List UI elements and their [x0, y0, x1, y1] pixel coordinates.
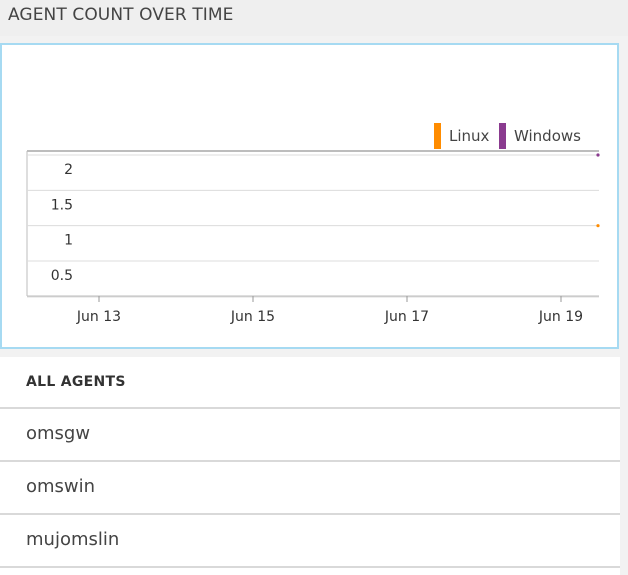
x-tick-label: Jun 15 [230, 309, 275, 325]
data-point-windows [596, 153, 600, 157]
y-tick-label: 1 [64, 233, 73, 249]
agent-row-omswin[interactable]: omswin [0, 462, 620, 515]
right-gutter [620, 357, 628, 575]
chart-plot-area: 2 1.5 1 0.5 Jun 13 Jun 15 Jun 17 Jun 19 [26, 150, 600, 325]
agent-row-omsgw[interactable]: omsgw [0, 409, 620, 462]
y-tick-label: 0.5 [51, 268, 73, 284]
agent-count-chart[interactable]: Linux Windows 2 1.5 1 0.5 Jun 13 Jun 15 Jun 17… [0, 43, 619, 349]
all-agents-list: ALL AGENTS omsgw omswin mujomslin [0, 357, 620, 575]
y-tick-label: 2 [64, 162, 73, 178]
agent-name: mujomslin [26, 529, 120, 550]
agent-name: omsgw [26, 423, 91, 444]
agent-row-mujomslin[interactable]: mujomslin [0, 515, 620, 568]
data-point-linux [596, 224, 600, 228]
list-header: ALL AGENTS [0, 357, 620, 409]
agent-name: omswin [26, 476, 96, 497]
section-header: AGENT COUNT OVER TIME [0, 0, 628, 36]
y-tick-label: 1.5 [51, 197, 73, 213]
x-tick-label: Jun 17 [384, 309, 429, 325]
x-tick-label: Jun 19 [538, 309, 583, 325]
section-title: AGENT COUNT OVER TIME [8, 5, 234, 25]
x-tick-label: Jun 13 [76, 309, 121, 325]
list-header-label: ALL AGENTS [26, 374, 126, 390]
